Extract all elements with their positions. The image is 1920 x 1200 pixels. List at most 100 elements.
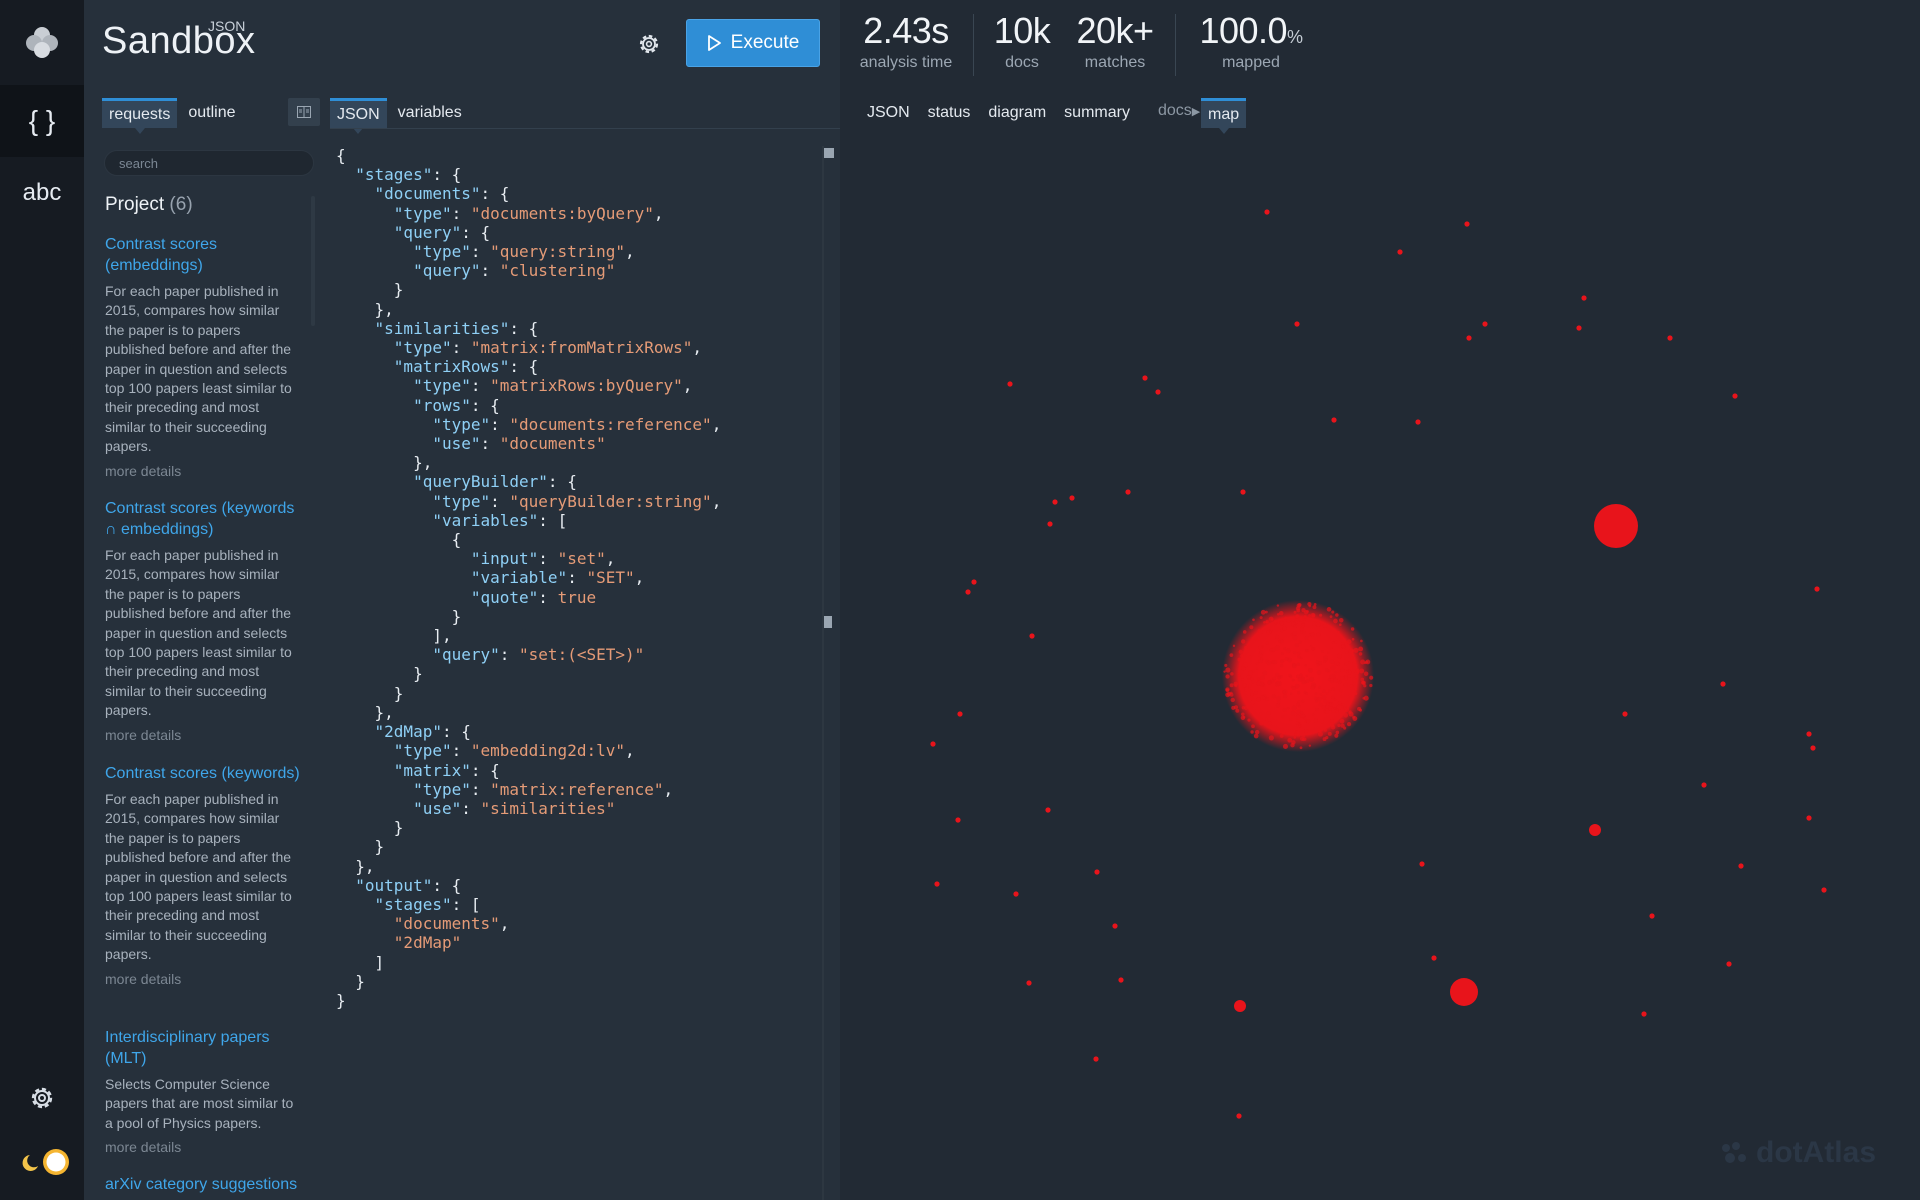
- map-point[interactable]: [1295, 714, 1301, 720]
- map-point[interactable]: [1232, 644, 1236, 648]
- map-point[interactable]: [1334, 670, 1338, 674]
- map-point[interactable]: [1274, 645, 1281, 651]
- json-code[interactable]: { "stages": { "documents": { "type": "do…: [336, 146, 828, 1010]
- toggle-columns-icon[interactable]: [288, 98, 320, 126]
- map-point[interactable]: [1821, 887, 1827, 893]
- map-point[interactable]: [1013, 891, 1019, 897]
- map-point[interactable]: [1248, 655, 1252, 659]
- map-point[interactable]: [1312, 605, 1317, 610]
- map-point[interactable]: [1328, 637, 1332, 641]
- map-point[interactable]: [1271, 694, 1276, 699]
- map-point[interactable]: [1307, 667, 1313, 673]
- map-point[interactable]: [1323, 728, 1328, 732]
- map-point[interactable]: [1312, 621, 1318, 627]
- map-point[interactable]: [1251, 724, 1255, 729]
- tab-variables[interactable]: variables: [391, 98, 469, 128]
- map-point[interactable]: [1649, 913, 1655, 919]
- map-point[interactable]: [1353, 647, 1359, 653]
- map-point[interactable]: [1265, 717, 1269, 721]
- map-point[interactable]: [1313, 696, 1318, 700]
- map-point[interactable]: [1297, 651, 1301, 655]
- map-point[interactable]: [1318, 729, 1322, 733]
- map-point[interactable]: [1271, 660, 1276, 665]
- execute-button[interactable]: Execute: [686, 19, 820, 67]
- map-point[interactable]: [1806, 815, 1812, 821]
- map-point[interactable]: [1249, 625, 1254, 630]
- map-point[interactable]: [1321, 689, 1326, 694]
- map-point[interactable]: [1260, 695, 1266, 700]
- map-point[interactable]: [1328, 706, 1334, 711]
- map-point[interactable]: [1340, 675, 1345, 680]
- map-point[interactable]: [1331, 687, 1336, 691]
- map-point[interactable]: [1291, 705, 1297, 711]
- map-cluster[interactable]: [1234, 1000, 1246, 1012]
- map-point[interactable]: [1482, 321, 1488, 327]
- map-point[interactable]: [1280, 628, 1284, 633]
- map-point[interactable]: [1266, 660, 1272, 666]
- map-point[interactable]: [1321, 694, 1327, 700]
- map-point[interactable]: [1256, 697, 1261, 702]
- map-cluster[interactable]: [1589, 824, 1601, 836]
- map-point[interactable]: [1265, 641, 1269, 645]
- map-point[interactable]: [1240, 654, 1244, 658]
- map-point[interactable]: [1319, 613, 1323, 617]
- map-point[interactable]: [1360, 639, 1363, 643]
- json-editor[interactable]: { "stages": { "documents": { "type": "do…: [336, 146, 828, 1014]
- map-point[interactable]: [1324, 657, 1328, 662]
- map-point[interactable]: [1339, 618, 1344, 623]
- map-point[interactable]: [1317, 661, 1323, 666]
- map-point[interactable]: [1278, 638, 1284, 644]
- map-point[interactable]: [1349, 684, 1353, 688]
- map-point[interactable]: [1267, 680, 1272, 685]
- map-point[interactable]: [1330, 695, 1335, 700]
- map-point[interactable]: [1329, 646, 1333, 650]
- map-point[interactable]: [1330, 718, 1335, 723]
- map-point[interactable]: [1343, 726, 1347, 730]
- map-point[interactable]: [1318, 685, 1322, 689]
- map-point[interactable]: [1261, 645, 1265, 649]
- map-point[interactable]: [1292, 650, 1297, 655]
- map-point[interactable]: [1259, 721, 1264, 726]
- map-point[interactable]: [1093, 1056, 1099, 1062]
- map-point[interactable]: [1314, 699, 1318, 703]
- map-point[interactable]: [1325, 692, 1329, 695]
- map-point[interactable]: [1266, 710, 1271, 715]
- map-point[interactable]: [1296, 603, 1302, 608]
- map-point[interactable]: [1337, 723, 1341, 728]
- map-point[interactable]: [1287, 706, 1290, 710]
- map-point[interactable]: [1272, 676, 1277, 681]
- map-point[interactable]: [1363, 671, 1369, 677]
- map-point[interactable]: [1026, 980, 1032, 986]
- map-point[interactable]: [1338, 688, 1343, 693]
- map-point[interactable]: [1252, 618, 1255, 622]
- editor-scrollbar-track[interactable]: [822, 146, 824, 1200]
- map-point[interactable]: [1297, 655, 1301, 659]
- map-point[interactable]: [1279, 610, 1284, 616]
- request-title[interactable]: Interdisciplinary papers (MLT): [105, 1027, 301, 1069]
- map-point[interactable]: [1351, 637, 1355, 641]
- map-point[interactable]: [1308, 744, 1312, 747]
- editor-scroll-thumb[interactable]: [824, 616, 832, 628]
- map-point[interactable]: [1732, 393, 1738, 399]
- map-point[interactable]: [1298, 640, 1302, 644]
- map-point[interactable]: [1262, 683, 1266, 687]
- map-point[interactable]: [1341, 644, 1346, 649]
- map-point[interactable]: [1334, 660, 1340, 666]
- request-list-scrollbar[interactable]: [311, 196, 315, 326]
- map-point[interactable]: [1344, 649, 1349, 654]
- map-point[interactable]: [1253, 733, 1259, 739]
- map-point[interactable]: [1641, 1011, 1647, 1017]
- map-point[interactable]: [1313, 718, 1318, 723]
- map-point[interactable]: [1334, 708, 1339, 713]
- map-point[interactable]: [1333, 618, 1338, 624]
- map-point[interactable]: [1358, 646, 1364, 652]
- map-point[interactable]: [1335, 613, 1339, 617]
- map-point[interactable]: [1576, 325, 1582, 331]
- map-point[interactable]: [1369, 683, 1373, 688]
- map-point[interactable]: [1310, 632, 1315, 637]
- map-point[interactable]: [1330, 680, 1334, 684]
- map-point[interactable]: [1229, 683, 1234, 688]
- tab-map[interactable]: map: [1201, 98, 1247, 134]
- app-logo-icon[interactable]: [22, 22, 62, 62]
- map-point[interactable]: [1250, 676, 1254, 681]
